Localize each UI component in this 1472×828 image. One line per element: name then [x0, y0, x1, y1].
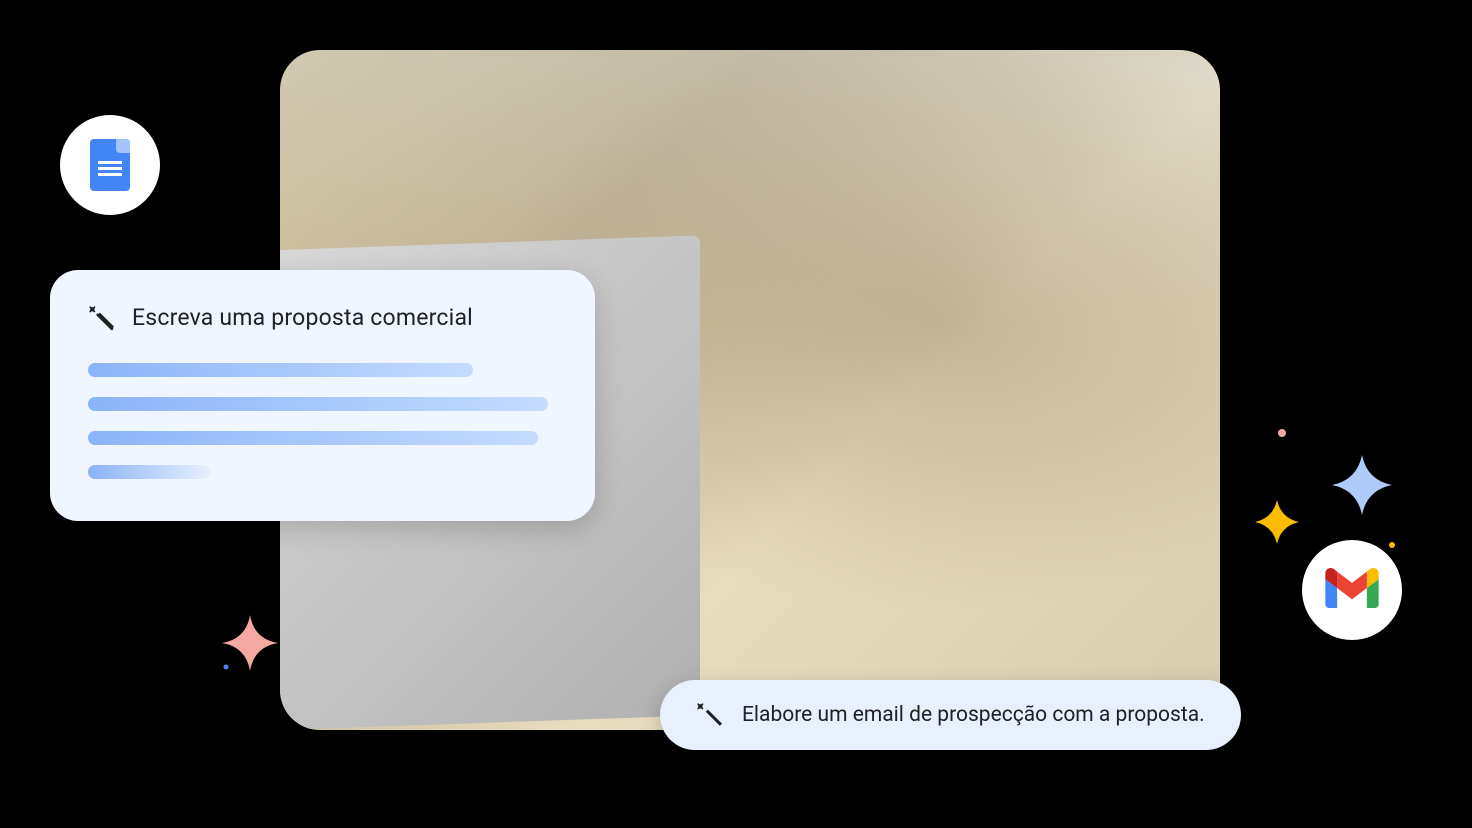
generated-text-placeholder: [88, 363, 557, 479]
docs-prompt-card: Escreva uma proposta comercial: [50, 270, 595, 521]
sparkle-decoration-pink: [222, 615, 278, 671]
prompt-card-title: Escreva uma proposta comercial: [132, 304, 473, 331]
google-docs-icon: [90, 139, 130, 191]
prompt-pill-text: Elabore um email de prospecção com a pro…: [742, 703, 1205, 727]
gmail-icon: [1325, 568, 1379, 612]
text-line: [88, 397, 548, 411]
gmail-prompt-pill: Elabore um email de prospecção com a pro…: [660, 680, 1241, 750]
text-line: [88, 431, 538, 445]
text-line: [88, 465, 210, 479]
sparkle-decoration-cluster: [1242, 425, 1402, 555]
prompt-header: Escreva uma proposta comercial: [88, 304, 557, 331]
magic-wand-icon: [696, 702, 722, 728]
google-docs-badge: [60, 115, 160, 215]
text-line: [88, 363, 473, 377]
magic-wand-icon: [88, 305, 114, 331]
